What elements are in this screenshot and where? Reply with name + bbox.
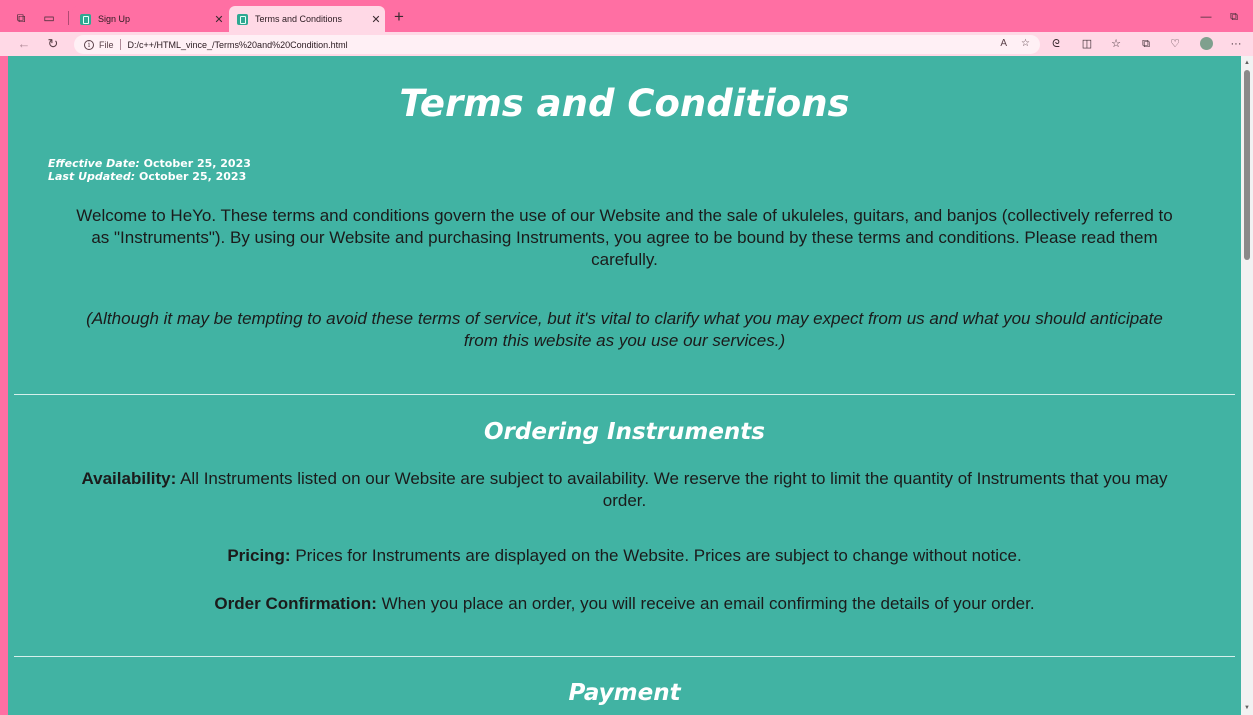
new-tab-button[interactable]: +	[390, 8, 408, 26]
copilot-icon[interactable]: ᘓ	[1048, 36, 1064, 52]
date-block: Effective Date: October 25, 2023 Last Up…	[48, 157, 251, 183]
clause-order-confirmation: Order Confirmation: When you place an or…	[68, 593, 1181, 615]
clause-pricing: Pricing: Prices for Instruments are disp…	[68, 545, 1181, 567]
clause-label: Order Confirmation:	[214, 594, 377, 613]
effective-date-value: October 25, 2023	[143, 157, 251, 170]
workspaces-icon[interactable]: ⧉	[14, 11, 28, 25]
restore-icon[interactable]: ⧉	[1226, 9, 1242, 25]
vertical-scrollbar[interactable]: ▲ ▼	[1241, 56, 1253, 715]
address-bar[interactable]: i File D:/c++/HTML_vince_/Terms%20and%20…	[74, 35, 1040, 54]
page-favicon-icon	[80, 13, 91, 25]
tab-divider	[68, 11, 69, 25]
profile-icon[interactable]	[1200, 37, 1213, 50]
more-icon[interactable]: ···	[1228, 36, 1244, 52]
last-updated-line: Last Updated: October 25, 2023	[48, 170, 251, 183]
favorites-icon[interactable]: ☆	[1108, 36, 1124, 52]
clause-text: All Instruments listed on our Website ar…	[180, 469, 1168, 510]
tab-actions-icon[interactable]: ▭	[42, 11, 56, 25]
clause-label: Pricing:	[227, 546, 291, 565]
split-screen-icon[interactable]: ◫	[1079, 36, 1095, 52]
address-divider	[119, 39, 121, 50]
clause-text: Prices for Instruments are displayed on …	[295, 546, 1022, 565]
minimize-icon[interactable]: —	[1198, 9, 1214, 25]
site-info-icon[interactable]: i	[84, 39, 94, 50]
page-title: Terms and Conditions	[399, 82, 850, 125]
clause-label: Availability:	[81, 469, 177, 488]
tab-strip: ⧉ ▭ Sign Up ✕ Terms and Conditions ✕ + —…	[0, 0, 1253, 32]
tab-title: Sign Up	[98, 14, 131, 24]
section-heading-payment: Payment	[568, 680, 681, 706]
collections-icon[interactable]: ⧉	[1138, 36, 1154, 52]
scroll-up-icon[interactable]: ▲	[1241, 58, 1253, 68]
navigation-toolbar: ← ↻ i File D:/c++/HTML_vince_/Terms%20an…	[0, 32, 1253, 56]
aside-paragraph: (Although it may be tempting to avoid th…	[86, 309, 1163, 350]
close-tab-icon[interactable]: ✕	[210, 13, 228, 26]
clause-availability: Availability: All Instruments listed on …	[68, 468, 1181, 512]
url-text[interactable]: D:/c++/HTML_vince_/Terms%20and%20Conditi…	[128, 40, 348, 50]
tab-title: Terms and Conditions	[255, 14, 343, 24]
intro-paragraph: Welcome to HeYo. These terms and conditi…	[76, 206, 1173, 269]
extensions-icon[interactable]: ♡	[1167, 36, 1183, 52]
clause-text: When you place an order, you will receiv…	[381, 594, 1035, 613]
section-heading-ordering: Ordering Instruments	[484, 419, 765, 445]
last-updated-value: October 25, 2023	[139, 170, 247, 183]
effective-date-label: Effective Date:	[48, 157, 140, 170]
favorite-star-icon[interactable]: ☆	[1021, 38, 1030, 49]
read-aloud-icon[interactable]: A	[1000, 38, 1007, 49]
scrollbar-thumb[interactable]	[1244, 70, 1250, 260]
scroll-down-icon[interactable]: ▼	[1241, 703, 1253, 713]
tab-sign-up[interactable]: Sign Up ✕	[72, 6, 228, 32]
section-divider	[14, 394, 1235, 395]
section-divider	[14, 656, 1235, 657]
page-favicon-icon	[237, 13, 248, 25]
effective-date-line: Effective Date: October 25, 2023	[48, 157, 251, 170]
scheme-label: File	[99, 39, 114, 50]
last-updated-label: Last Updated:	[48, 170, 136, 183]
close-tab-icon[interactable]: ✕	[367, 13, 385, 26]
tab-terms-and-conditions[interactable]: Terms and Conditions ✕	[229, 6, 385, 32]
back-icon[interactable]: ←	[16, 36, 32, 52]
page-viewport: Terms and Conditions Effective Date: Oct…	[8, 56, 1241, 715]
refresh-icon[interactable]: ↻	[45, 36, 61, 52]
